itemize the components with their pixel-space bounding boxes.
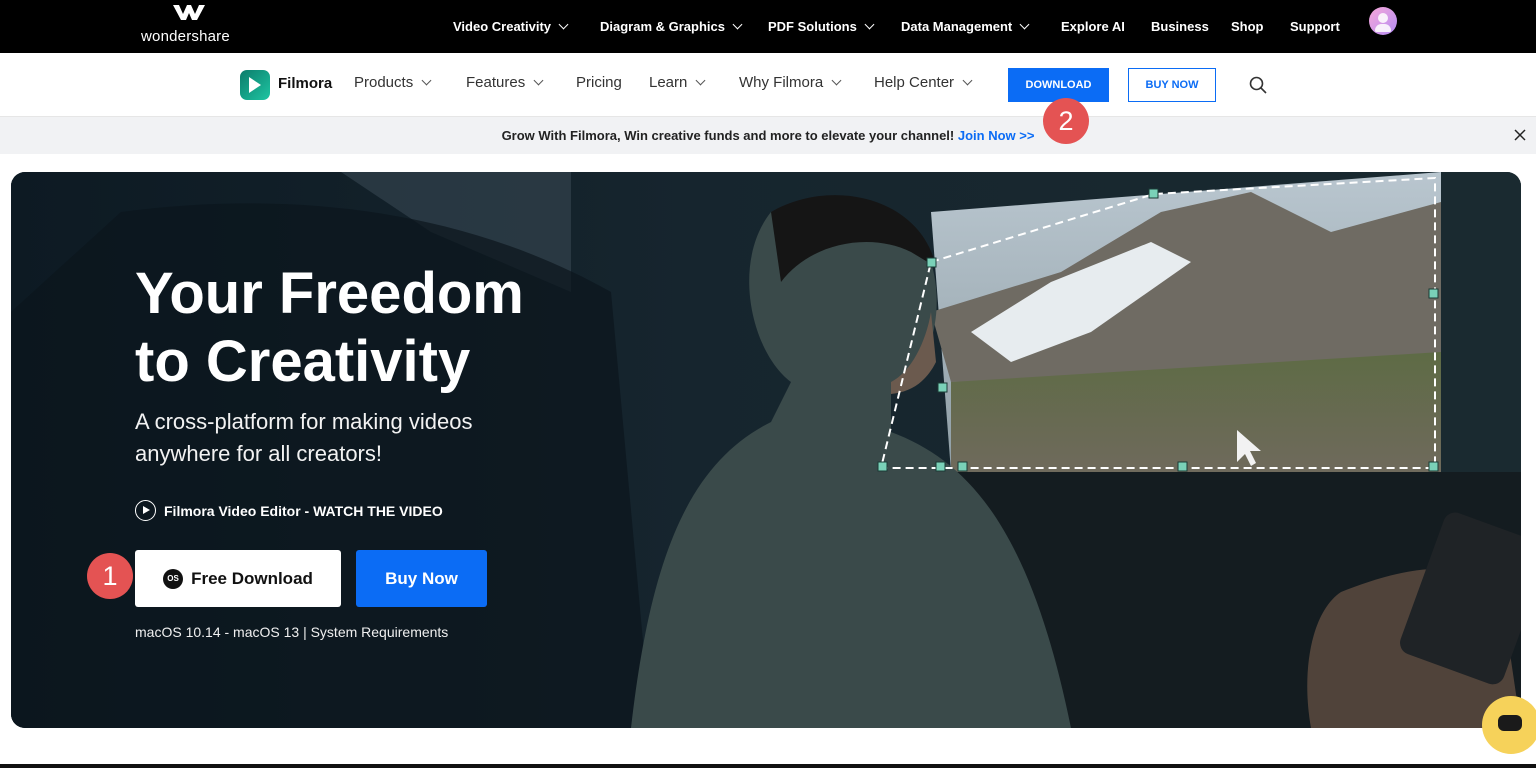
- chevron-down-icon: [695, 75, 706, 86]
- subnav-label: Products: [354, 74, 414, 91]
- free-download-button[interactable]: OS Free Download: [135, 550, 341, 607]
- bottom-divider: [0, 764, 1536, 768]
- topnav-explore-ai[interactable]: Explore AI: [1061, 0, 1125, 53]
- user-avatar-icon[interactable]: [1369, 7, 1397, 35]
- topnav-label: Support: [1290, 19, 1340, 34]
- promo-banner: Grow With Filmora, Win creative funds an…: [0, 117, 1536, 154]
- topnav-label: Shop: [1231, 19, 1264, 34]
- subnav-label: Features: [466, 74, 526, 91]
- step-marker-2: 2: [1043, 98, 1089, 144]
- system-requirements-text[interactable]: macOS 10.14 - macOS 13 | System Requirem…: [135, 624, 448, 640]
- play-circle-icon: [135, 500, 156, 521]
- chevron-down-icon: [1019, 19, 1030, 30]
- watch-video-link[interactable]: Filmora Video Editor - WATCH THE VIDEO: [135, 500, 443, 521]
- buy-now-button[interactable]: BUY NOW: [1128, 68, 1216, 102]
- topnav-business[interactable]: Business: [1151, 0, 1209, 53]
- chevron-down-icon: [421, 75, 432, 86]
- watch-video-label: Filmora Video Editor - WATCH THE VIDEO: [164, 502, 443, 519]
- topnav-shop[interactable]: Shop: [1231, 0, 1264, 53]
- topnav-diagram-graphics[interactable]: Diagram & Graphics: [600, 0, 743, 53]
- download-button[interactable]: DOWNLOAD: [1008, 68, 1109, 102]
- topnav-label: Data Management: [901, 19, 1013, 34]
- topnav-label: Diagram & Graphics: [600, 19, 725, 34]
- hero-subtitle: A cross-platform for making videos anywh…: [135, 409, 473, 466]
- subnav-learn[interactable]: Learn: [649, 74, 706, 91]
- top-bar: wondershare Video Creativity Diagram & G…: [0, 0, 1536, 53]
- topnav-support[interactable]: Support: [1290, 0, 1340, 53]
- chevron-down-icon: [558, 19, 569, 30]
- subnav-pricing[interactable]: Pricing: [576, 74, 622, 91]
- subnav-label: Learn: [649, 74, 688, 91]
- join-now-link[interactable]: Join Now >>: [958, 128, 1035, 143]
- macos-icon: OS: [163, 568, 184, 589]
- chevron-down-icon: [864, 19, 875, 30]
- topnav-label: Explore AI: [1061, 19, 1125, 34]
- promo-message: Grow With Filmora, Win creative funds an…: [501, 128, 958, 143]
- topnav-label: Video Creativity: [453, 19, 552, 34]
- hero-section: Your Freedom to Creativity A cross-platf…: [11, 172, 1521, 728]
- wondershare-mark-icon: [173, 5, 205, 20]
- chevron-down-icon: [831, 75, 842, 86]
- filmora-play-icon: [249, 77, 261, 93]
- subnav-label: Pricing: [576, 74, 622, 91]
- filmora-logo-icon[interactable]: [240, 70, 270, 100]
- subnav-why-filmora[interactable]: Why Filmora: [739, 74, 842, 91]
- subnav-products[interactable]: Products: [354, 74, 432, 91]
- search-icon[interactable]: [1249, 76, 1267, 94]
- topnav-pdf-solutions[interactable]: PDF Solutions: [768, 0, 875, 53]
- free-download-label: Free Download: [191, 568, 313, 588]
- subnav-label: Help Center: [874, 74, 955, 91]
- chevron-down-icon: [962, 75, 973, 86]
- product-nav: Filmora Products Features Pricing Learn …: [0, 53, 1536, 117]
- wondershare-logo[interactable]: wondershare: [141, 3, 237, 49]
- step-marker-1: 1: [87, 553, 133, 599]
- hero-title: Your Freedom to Creativity: [135, 261, 524, 394]
- topnav-data-management[interactable]: Data Management: [901, 0, 1030, 53]
- chevron-down-icon: [533, 75, 544, 86]
- topnav-label: Business: [1151, 19, 1209, 34]
- subnav-label: Why Filmora: [739, 74, 824, 91]
- filmora-brand-name[interactable]: Filmora: [278, 75, 332, 92]
- chat-bubble-icon[interactable]: [1482, 696, 1536, 754]
- topnav-video-creativity[interactable]: Video Creativity: [453, 0, 569, 53]
- subnav-help-center[interactable]: Help Center: [874, 74, 973, 91]
- hero-buy-now-button[interactable]: Buy Now: [356, 550, 487, 607]
- chevron-down-icon: [732, 19, 743, 30]
- topnav-label: PDF Solutions: [768, 19, 857, 34]
- close-icon[interactable]: [1514, 129, 1526, 141]
- wondershare-wordmark: wondershare: [141, 28, 230, 45]
- promo-text: Grow With Filmora, Win creative funds an…: [0, 128, 1536, 143]
- subnav-features[interactable]: Features: [466, 74, 544, 91]
